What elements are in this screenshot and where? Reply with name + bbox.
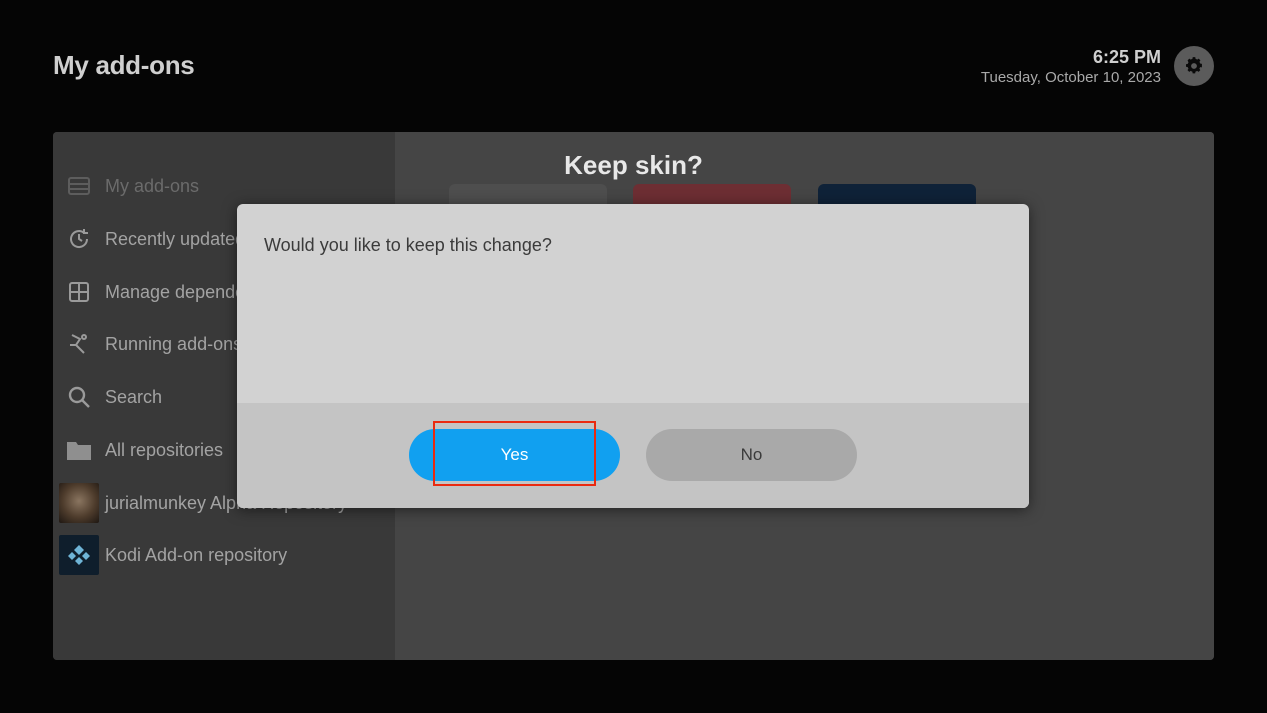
sidebar-item-label: Running add-ons [105,333,243,354]
gear-icon [1186,57,1202,74]
dialog-footer [237,403,1029,508]
settings-button[interactable] [1174,46,1214,86]
sidebar-item-label: Kodi Add-on repository [105,544,288,565]
repository-thumbnail [59,483,99,523]
dialog-message: Would you like to keep this change? [264,235,552,255]
refresh-clock-icon [59,219,99,259]
clock-date: Tuesday, October 10, 2023 [980,69,1161,86]
dialog-title: Keep skin? [564,150,703,180]
clock-time: 6:25 PM [1092,47,1161,67]
page-title: My add-ons [53,50,195,80]
search-icon [59,377,99,417]
grid-box-icon [59,272,99,312]
no-button[interactable]: No [646,429,857,481]
clock: 6:25 PM Tuesday, October 10, 2023 [981,47,1161,86]
running-icon [59,324,99,364]
sidebar-item-label: Search [105,386,163,407]
kodi-logo [59,535,99,575]
sidebar-item-kodi-repository[interactable]: Kodi Add-on repository [53,529,395,581]
yes-button[interactable]: Yes [409,429,620,481]
keep-skin-dialog: Would you like to keep this change? Yes … [237,204,1029,508]
sidebar-item-label: Recently updated [105,228,246,249]
sidebar-item-label: All repositories [105,439,224,460]
folder-icon [59,430,99,470]
